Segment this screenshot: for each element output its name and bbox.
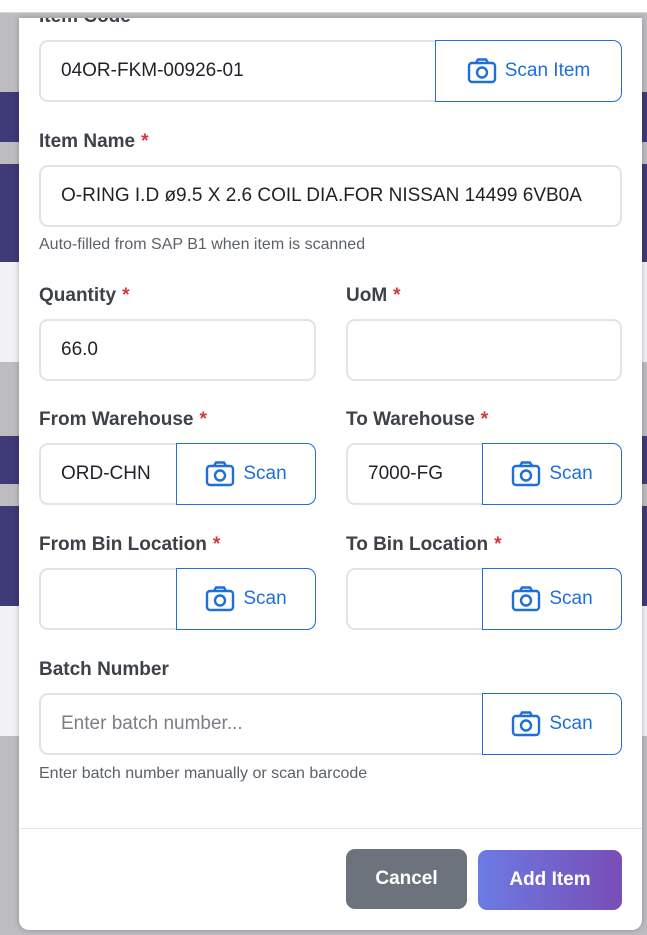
footer-divider	[19, 828, 642, 829]
background-top-bar	[0, 0, 647, 13]
item-name-field[interactable]: O-RING I.D ø9.5 X 2.6 COIL DIA.FOR NISSA…	[39, 165, 622, 227]
required-mark: *	[122, 285, 130, 306]
scan-batch-button[interactable]: Scan	[482, 693, 622, 755]
item-name-help: Auto-filled from SAP B1 when item is sca…	[39, 236, 366, 253]
quantity-label: Quantity *	[39, 285, 130, 306]
from-warehouse-field[interactable]: ORD-CHN	[39, 443, 199, 505]
camera-icon	[512, 461, 541, 487]
scan-label: Scan	[549, 463, 593, 484]
quantity-field[interactable]: 66.0	[39, 319, 316, 381]
item-code-field[interactable]: 04OR-FKM-00926-01	[39, 40, 439, 102]
from-bin-label: From Bin Location *	[39, 534, 221, 555]
camera-icon	[206, 461, 235, 487]
from-bin-field[interactable]	[39, 568, 199, 630]
scan-label: Scan	[243, 588, 287, 609]
scan-label: Scan	[549, 588, 593, 609]
scan-to-warehouse-button[interactable]: Scan	[482, 443, 622, 505]
scan-from-bin-button[interactable]: Scan	[176, 568, 316, 630]
scan-item-label: Scan Item	[504, 60, 591, 81]
camera-icon	[206, 586, 235, 612]
from-warehouse-label: From Warehouse *	[39, 409, 207, 430]
required-mark: *	[494, 534, 502, 555]
item-code-label: Item Code	[39, 18, 131, 28]
scan-from-warehouse-button[interactable]: Scan	[176, 443, 316, 505]
scan-to-bin-button[interactable]: Scan	[482, 568, 622, 630]
required-mark: *	[393, 285, 401, 306]
item-name-label: Item Name *	[39, 131, 149, 152]
scan-item-button[interactable]: Scan Item	[435, 40, 622, 102]
to-bin-label: To Bin Location *	[346, 534, 502, 555]
required-mark: *	[212, 534, 221, 555]
required-mark: *	[141, 131, 149, 152]
uom-field[interactable]	[346, 319, 622, 381]
scan-label: Scan	[243, 463, 287, 484]
required-mark: *	[480, 409, 489, 430]
add-item-modal: Item Code 04OR-FKM-00926-01 Scan Item It…	[19, 18, 642, 930]
batch-number-input[interactable]: Enter batch number...	[39, 693, 506, 755]
to-warehouse-label: To Warehouse *	[346, 409, 489, 430]
batch-number-label: Batch Number	[39, 659, 169, 680]
scan-label: Scan	[549, 713, 593, 734]
add-item-button[interactable]: Add Item	[478, 850, 622, 910]
required-mark: *	[199, 409, 207, 430]
camera-icon	[512, 711, 541, 737]
camera-icon	[512, 586, 541, 612]
batch-number-help: Enter batch number manually or scan barc…	[39, 765, 368, 782]
camera-icon	[467, 58, 496, 84]
uom-label: UoM *	[346, 285, 401, 306]
cancel-button[interactable]: Cancel	[346, 849, 467, 909]
